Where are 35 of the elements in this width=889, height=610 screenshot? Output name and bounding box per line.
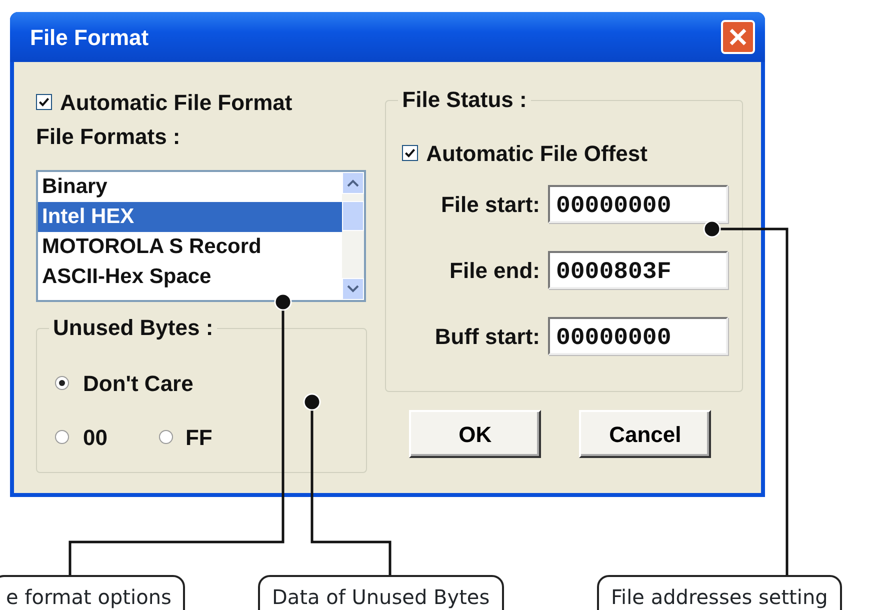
window-title: File Format [30,24,149,52]
checkbox-label: Automatic File Offest [426,140,648,168]
radio-button[interactable] [55,376,69,390]
radio-button[interactable] [55,430,69,444]
input-field[interactable]: 00000000 [548,185,728,223]
checkbox[interactable] [402,145,418,161]
scroll-thumb[interactable] [342,201,364,231]
callout-label: File addresses setting [597,575,842,610]
scroll-down-button[interactable] [342,278,364,300]
ok-button[interactable]: OK [409,410,542,458]
checkbox[interactable] [36,94,52,110]
radio-label: FF [185,424,212,452]
list-label: File Formats : [36,123,182,151]
scrollbar[interactable] [342,172,364,300]
chevron-up-icon [347,179,359,187]
close-icon [728,27,748,47]
field-label: File end: [450,256,540,284]
chevron-down-icon [347,285,359,293]
close-button[interactable] [721,20,755,54]
field-label: Buff start: [434,322,540,350]
checkbox-label: Automatic File Format [60,88,292,116]
list-item[interactable]: Binary [38,172,342,202]
input-field[interactable]: 0000803F [548,251,728,289]
scroll-up-button[interactable] [342,172,364,194]
list-item[interactable]: Intel HEX [38,202,342,232]
list-item[interactable]: ASCII-Hex Space [38,262,342,292]
callout-label: e format options [0,575,186,610]
radio-label: 00 [83,424,108,452]
input-field[interactable]: 00000000 [548,317,728,355]
radio-label: Don't Care [83,370,194,398]
callout-label: Data of Unused Bytes [258,575,504,610]
field-label: File start: [440,190,540,218]
cancel-button[interactable]: Cancel [579,410,712,458]
radio-button[interactable] [159,430,174,444]
list-item[interactable]: MOTOROLA S Record [38,232,342,262]
